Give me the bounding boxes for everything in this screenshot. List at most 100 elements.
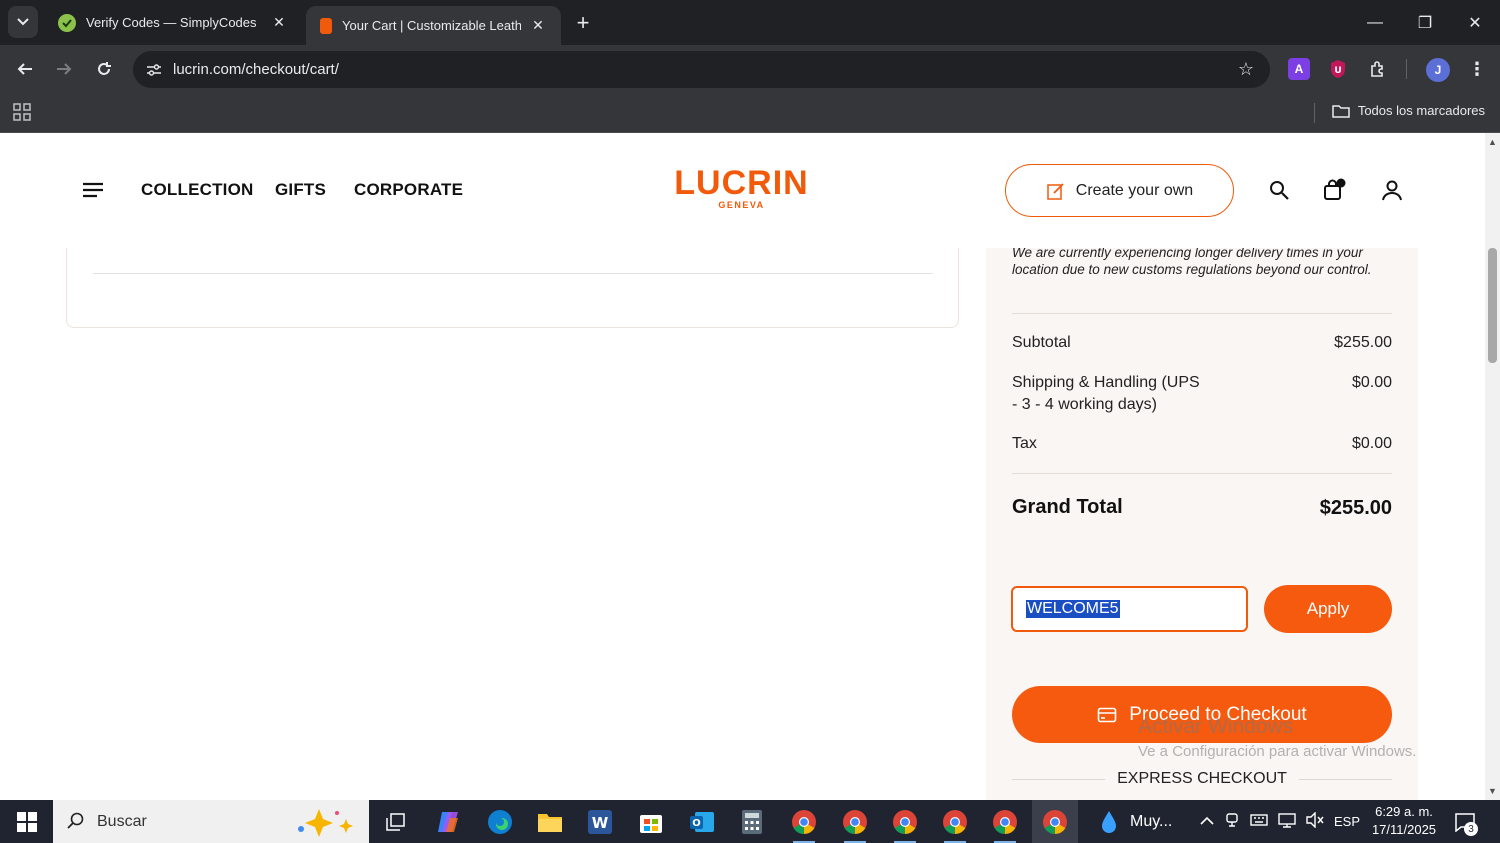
chrome-profile-3-icon[interactable] — [888, 805, 922, 843]
extensions-puzzle-icon[interactable] — [1367, 58, 1389, 80]
input-indicator-icon[interactable] — [1250, 812, 1268, 831]
subtotal-label: Subtotal — [1012, 334, 1071, 351]
copilot-icon[interactable] — [432, 805, 466, 839]
tab-title: Verify Codes — SimplyCodes — [86, 15, 257, 30]
grand-total-label: Grand Total — [1012, 496, 1123, 518]
new-tab-button[interactable]: + — [570, 10, 596, 36]
search-icon — [67, 812, 84, 829]
taskbar-search[interactable]: Buscar — [53, 800, 369, 843]
notification-count-badge: 3 — [1464, 822, 1478, 836]
shipping-label: Shipping & Handling (UPS - 3 - 4 working… — [1012, 372, 1200, 416]
tab-title: Your Cart | Customizable Leathe — [342, 18, 521, 33]
edit-icon — [1047, 182, 1064, 200]
bookmark-star-icon[interactable]: ☆ — [1238, 59, 1254, 80]
word-icon[interactable]: W — [583, 805, 617, 839]
rain-drop-icon — [1102, 810, 1116, 833]
start-button[interactable] — [0, 800, 53, 843]
search-icon[interactable] — [1267, 178, 1291, 202]
nav-corporate[interactable]: CORPORATE — [354, 180, 463, 200]
svg-text:O: O — [692, 818, 701, 829]
shipping-label-line-2: - 3 - 4 working days) — [1012, 396, 1157, 413]
subtotal-value: $255.00 — [1334, 334, 1392, 351]
create-your-own-label: Create your own — [1075, 181, 1194, 199]
chrome-profile-1-icon[interactable] — [787, 805, 821, 843]
coupon-code-input[interactable]: WELCOME5 — [1011, 586, 1248, 632]
bookmarks-bar: Todos los marcadores — [0, 93, 1500, 133]
back-icon[interactable] — [11, 55, 39, 83]
express-checkout-divider: EXPRESS CHECKOUT — [1012, 770, 1392, 788]
browser-toolbar: lucrin.com/checkout/cart/ ☆ A U J ⋮ — [0, 45, 1500, 93]
logo-brand: LUCRIN — [674, 164, 809, 202]
more-menu-icon[interactable]: ⋮ — [1466, 58, 1488, 80]
forward-icon[interactable] — [50, 55, 78, 83]
ublock-shield-icon[interactable]: U — [1327, 58, 1349, 80]
taskbar-clock[interactable]: 6:29 a. m. 17/11/2025 — [1368, 803, 1440, 839]
network-icon[interactable] — [1278, 812, 1296, 831]
site-info-icon[interactable] — [141, 57, 167, 83]
language-indicator[interactable]: ESP — [1334, 814, 1360, 829]
search-highlight-sparkle-icon — [298, 809, 353, 837]
file-explorer-icon[interactable] — [533, 805, 567, 839]
nav-collection[interactable]: COLLECTION — [141, 180, 254, 200]
chevron-up-icon[interactable] — [1200, 814, 1214, 829]
lucrin-favicon-icon — [320, 17, 332, 34]
cart-bag-icon[interactable] — [1322, 178, 1346, 202]
tab-lucrin-cart[interactable]: Your Cart | Customizable Leathe ✕ — [306, 6, 561, 45]
close-tab-icon[interactable]: ✕ — [529, 17, 547, 35]
page-scrollbar[interactable]: ▲ ▼ — [1485, 133, 1500, 800]
apps-grid-icon[interactable] — [13, 103, 31, 126]
bookmarks-divider — [1314, 103, 1315, 123]
lucrin-logo[interactable]: LUCRIN GENEVA — [664, 166, 819, 210]
simplycodes-favicon-icon — [58, 13, 76, 32]
clock-date: 17/11/2025 — [1371, 822, 1437, 837]
window-controls: — ❐ ✕ — [1350, 0, 1500, 45]
chrome-profile-5-icon[interactable] — [988, 805, 1022, 843]
close-tab-icon[interactable]: ✕ — [270, 14, 288, 32]
profile-initial: J — [1434, 63, 1442, 77]
windows-logo-icon — [16, 811, 37, 832]
taskbar-search-placeholder: Buscar — [97, 812, 147, 830]
chrome-profile-4-icon[interactable] — [938, 805, 972, 843]
express-checkout-label: EXPRESS CHECKOUT — [1117, 770, 1287, 787]
chevron-down-icon — [17, 18, 29, 26]
tax-label: Tax — [1012, 435, 1037, 452]
hamburger-menu-icon[interactable] — [82, 182, 104, 198]
chrome-active-window-icon[interactable] — [1032, 800, 1078, 843]
restore-icon[interactable]: ❐ — [1400, 0, 1450, 45]
credit-card-icon — [1097, 707, 1117, 722]
meet-now-icon[interactable] — [1224, 812, 1240, 831]
volume-muted-icon[interactable] — [1306, 811, 1324, 831]
notifications-button[interactable]: 3 — [1454, 800, 1478, 843]
svg-text:W: W — [592, 814, 609, 832]
microsoft-store-icon[interactable] — [634, 805, 668, 839]
nav-gifts[interactable]: GIFTS — [275, 180, 326, 200]
profile-avatar[interactable]: J — [1426, 58, 1450, 82]
chrome-profile-2-icon[interactable] — [838, 805, 872, 843]
browser-tabbar: Verify Codes — SimplyCodes ✕ Your Cart |… — [0, 0, 1500, 45]
address-bar[interactable]: lucrin.com/checkout/cart/ ☆ — [133, 51, 1270, 88]
calculator-icon[interactable] — [735, 805, 769, 839]
task-view-icon[interactable] — [379, 805, 413, 839]
outlook-icon[interactable]: O — [685, 805, 719, 839]
scrollbar-thumb[interactable] — [1488, 248, 1497, 363]
tab-search-button[interactable] — [8, 6, 38, 38]
close-window-icon[interactable]: ✕ — [1450, 0, 1500, 45]
windows-activation-watermark: Activar Windows Ve a Configuración para … — [1138, 715, 1416, 760]
edge-browser-icon[interactable] — [483, 805, 517, 839]
scroll-up-icon[interactable]: ▲ — [1488, 137, 1497, 147]
scroll-down-icon[interactable]: ▼ — [1488, 786, 1497, 796]
weather-widget[interactable]: Muy... — [1096, 800, 1172, 843]
all-bookmarks-button[interactable]: Todos los marcadores — [1332, 103, 1485, 118]
windows-taskbar: Buscar W O Muy... ESP 6:29 a. m. 17/11/2… — [0, 800, 1500, 843]
create-your-own-button[interactable]: Create your own — [1005, 164, 1234, 217]
shipping-value: $0.00 — [1351, 374, 1392, 391]
minimize-icon[interactable]: — — [1350, 0, 1400, 45]
folder-icon — [1332, 104, 1350, 118]
account-icon[interactable] — [1380, 178, 1404, 202]
apply-coupon-button[interactable]: Apply — [1264, 585, 1392, 633]
weather-label: Muy... — [1130, 812, 1173, 830]
reload-icon[interactable] — [90, 55, 118, 83]
watermark-title: Activar Windows — [1138, 715, 1294, 738]
tab-simplycodes[interactable]: Verify Codes — SimplyCodes ✕ — [44, 0, 302, 45]
extension-a-icon[interactable]: A — [1288, 58, 1310, 80]
